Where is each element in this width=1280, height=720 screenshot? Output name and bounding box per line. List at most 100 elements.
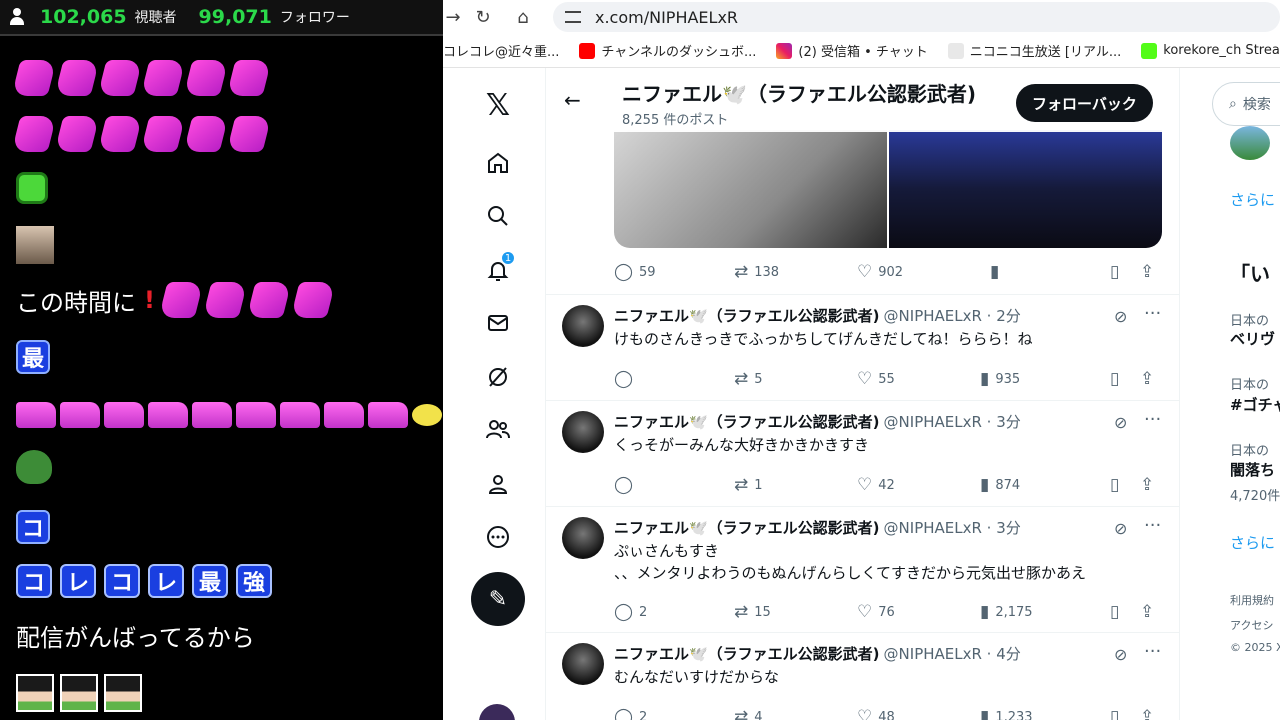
more-circle-icon[interactable] — [476, 515, 520, 559]
reply-button[interactable]: ◯ — [614, 369, 734, 389]
tweet-author-name[interactable]: ニファエル🕊️（ラファエル公認影武者) — [614, 517, 880, 538]
views-chart-icon: ▮ — [980, 369, 990, 389]
trend-topic[interactable]: ベリヴ — [1230, 328, 1275, 349]
bookmark-instagram-inbox[interactable]: (2) 受信箱 • チャット — [776, 41, 928, 60]
chat-message — [16, 402, 442, 428]
show-more-link[interactable]: さらに — [1230, 532, 1275, 553]
post-media-grid[interactable] — [614, 130, 1162, 248]
tweet[interactable]: ニファエル🕊️（ラファエル公認影武者) @NIPHAELxR · 4分 ⊘ ··… — [546, 632, 1179, 720]
bookmark-youtube-dashboard[interactable]: チャンネルのダッシュボ... — [579, 41, 756, 60]
grok-icon[interactable]: ⊘ — [1114, 645, 1127, 664]
share-button[interactable]: ⇪ — [1140, 475, 1154, 495]
trend-topic[interactable]: #ゴチャ — [1230, 394, 1280, 415]
trend-topic[interactable]: 闇落ち — [1230, 459, 1275, 480]
views-button[interactable]: ▮ 935 — [980, 369, 1110, 389]
tweet-author-name[interactable]: ニファエル🕊️（ラファエル公認影武者) — [614, 643, 880, 664]
tweet-author-name[interactable]: ニファエル🕊️（ラファエル公認影武者) — [614, 305, 880, 326]
reply-icon: ◯ — [614, 707, 634, 720]
bookmark-kick-stream[interactable]: korekore_ch Stream... — [1141, 42, 1280, 59]
tweet[interactable]: ニファエル🕊️（ラファエル公認影武者) @NIPHAELxR · 2分 ⊘ ··… — [546, 294, 1179, 400]
footer-link[interactable]: 利用規約 — [1230, 592, 1274, 608]
repost-button[interactable]: ⇄ 4 — [734, 707, 857, 720]
like-button[interactable]: ♡ 48 — [857, 707, 980, 720]
tweet[interactable]: ニファエル🕊️（ラファエル公認影武者) @NIPHAELxR · 3分 ⊘ ··… — [546, 506, 1179, 632]
bookmark-icon: ▯ — [1110, 707, 1120, 720]
communities-icon[interactable] — [476, 408, 520, 452]
tweet[interactable]: ニファエル🕊️（ラファエル公認影武者) @NIPHAELxR · 3分 ⊘ ··… — [546, 400, 1179, 506]
messages-mail-icon[interactable] — [476, 301, 520, 345]
forward-icon[interactable]: → — [443, 7, 463, 28]
emote-pink-icon — [192, 402, 232, 428]
more-options-icon[interactable]: ··· — [1144, 641, 1161, 662]
tweet-avatar[interactable] — [562, 643, 604, 685]
bookmark-button[interactable]: ▯ — [1110, 707, 1140, 720]
notifications-bell-icon[interactable]: 1 — [476, 248, 520, 292]
grok-icon[interactable]: ⊘ — [1114, 413, 1127, 432]
tweet-handle-time: @NIPHAELxR · 3分 — [883, 413, 1021, 431]
reply-button[interactable]: ◯ — [614, 475, 734, 495]
repost-icon: ⇄ — [734, 262, 749, 282]
grok-icon[interactable]: ⊘ — [1114, 519, 1127, 538]
more-options-icon[interactable]: ··· — [1144, 515, 1161, 536]
more-options-icon[interactable]: ··· — [1144, 409, 1161, 430]
explore-search-icon[interactable] — [476, 194, 520, 238]
views-button[interactable]: ▮ 2,175 — [980, 602, 1110, 622]
chat-message — [16, 450, 52, 484]
share-button[interactable]: ⇪ — [1140, 707, 1154, 720]
reply-button[interactable]: ◯ 2 — [614, 602, 734, 622]
grok-icon[interactable] — [476, 355, 520, 399]
bookmark-korekore-x[interactable]: コレコレ@近々重... — [443, 41, 559, 60]
tweet-text: けものさんきっきでふっかちしてげんきだしてね！ららら！ね — [614, 330, 1033, 348]
home-icon[interactable]: ⌂ — [503, 7, 543, 28]
back-arrow-icon[interactable]: ← — [564, 88, 581, 112]
suggested-avatar[interactable] — [1230, 126, 1270, 160]
bookmark-button[interactable]: ▯ — [1110, 262, 1140, 282]
more-options-icon[interactable]: ··· — [1144, 303, 1161, 324]
bookmark-niconico-live[interactable]: ニコニコ生放送 [リアル... — [947, 41, 1121, 60]
views-button[interactable]: ▮ 874 — [980, 475, 1110, 495]
home-nav-icon[interactable] — [476, 141, 520, 185]
tweet-avatar[interactable] — [562, 517, 604, 559]
emote-sai-icon: 最 — [192, 564, 228, 598]
like-button[interactable]: ♡ 76 — [857, 602, 980, 622]
reply-button[interactable]: ◯ 59 — [614, 262, 734, 282]
repost-button[interactable]: ⇄ 5 — [734, 369, 857, 389]
stream-chat-overlay: 102,065 視聴者 99,071 フォロワー この時間に ! 最 コ コ レ… — [0, 0, 443, 720]
profile-person-icon[interactable] — [476, 462, 520, 506]
show-more-link[interactable]: さらに — [1230, 189, 1275, 210]
emote-chibi-icon — [60, 674, 98, 712]
compose-post-button[interactable]: ✎ — [471, 572, 525, 626]
tweet-avatar[interactable] — [562, 411, 604, 453]
follow-back-button[interactable]: フォローバック — [1016, 84, 1153, 122]
bookmark-button[interactable]: ▯ — [1110, 369, 1140, 389]
share-button[interactable]: ⇪ — [1140, 262, 1154, 282]
bookmark-button[interactable]: ▯ — [1110, 602, 1140, 622]
like-button[interactable]: ♡ 902 — [857, 262, 990, 282]
like-button[interactable]: ♡ 55 — [857, 369, 980, 389]
repost-button[interactable]: ⇄ 1 — [734, 475, 857, 495]
chat-message — [16, 674, 142, 712]
tweet-author-name[interactable]: ニファエル🕊️（ラファエル公認影武者) — [614, 411, 880, 432]
repost-button[interactable]: ⇄ 15 — [734, 602, 857, 622]
site-settings-icon[interactable] — [565, 11, 581, 23]
tweet-avatar[interactable] — [562, 305, 604, 347]
bookmark-button[interactable]: ▯ — [1110, 475, 1140, 495]
x-logo-icon[interactable]: 𝕏 — [476, 83, 520, 127]
emote-hand-icon — [11, 116, 57, 152]
footer-link[interactable]: アクセシ — [1230, 617, 1273, 633]
search-input[interactable]: ⌕ 検索 — [1212, 82, 1280, 126]
views-button[interactable]: ▮ — [990, 262, 1110, 282]
grok-icon[interactable]: ⊘ — [1114, 307, 1127, 326]
post-image[interactable] — [889, 130, 1162, 248]
reply-button[interactable]: ◯ 2 — [614, 707, 734, 720]
reload-icon[interactable]: ↻ — [463, 7, 503, 28]
views-button[interactable]: ▮ 1,233 — [980, 707, 1110, 720]
share-button[interactable]: ⇪ — [1140, 602, 1154, 622]
emote-hand-icon — [246, 282, 292, 318]
url-field[interactable]: x.com/NIPHAELxR — [553, 2, 1280, 32]
post-image[interactable] — [614, 130, 887, 248]
like-button[interactable]: ♡ 42 — [857, 475, 980, 495]
repost-button[interactable]: ⇄ 138 — [734, 262, 857, 282]
account-avatar[interactable] — [479, 704, 515, 720]
share-button[interactable]: ⇪ — [1140, 369, 1154, 389]
